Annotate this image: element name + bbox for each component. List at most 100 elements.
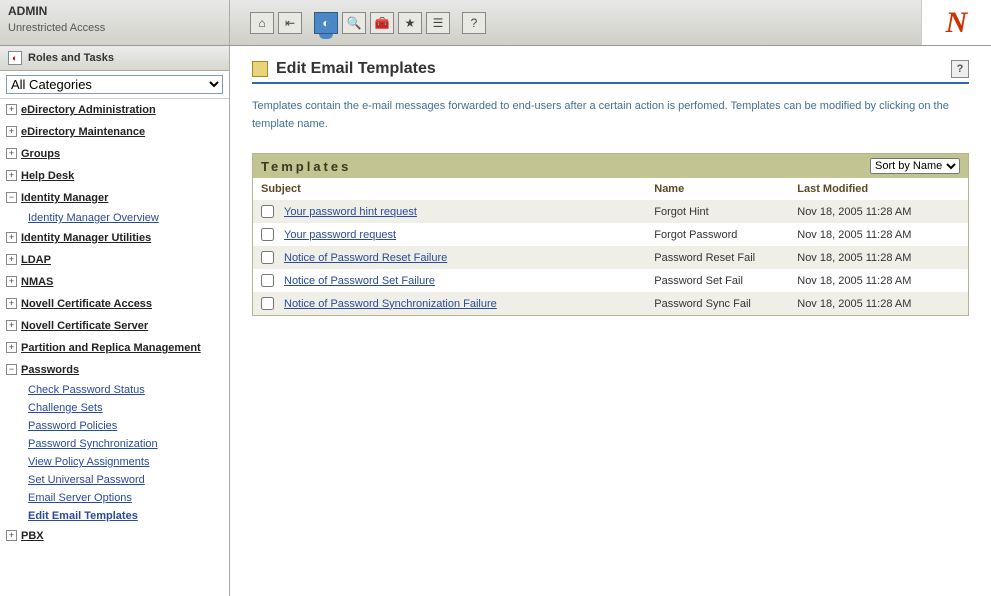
table-row: Your password hint requestForgot HintNov… [253, 200, 968, 223]
sidebar-header: ◐ Roles and Tasks [0, 46, 229, 71]
sort-select[interactable]: Sort by Name [870, 158, 960, 174]
nav-item-label[interactable]: Partition and Replica Management [21, 342, 201, 354]
template-subject-link[interactable]: Notice of Password Reset Failure [284, 252, 447, 264]
brand-logo: N [946, 6, 968, 40]
flag-icon[interactable]: ◐ [314, 12, 338, 34]
page-header-left: Edit Email Templates [252, 60, 436, 78]
nav-subitem[interactable]: Identity Manager Overview [0, 209, 229, 227]
row-checkbox[interactable] [261, 251, 274, 264]
nav-item-label[interactable]: eDirectory Administration [21, 104, 156, 116]
table-row: Notice of Password Synchronization Failu… [253, 292, 968, 315]
nav-subitem[interactable]: Edit Email Templates [0, 507, 229, 525]
nav-subitem-link[interactable]: View Policy Assignments [28, 456, 149, 468]
nav-item-label[interactable]: Identity Manager [21, 192, 108, 204]
collapse-icon[interactable]: − [6, 192, 17, 203]
nav-item-label[interactable]: Passwords [21, 364, 79, 376]
nav-subitem[interactable]: Set Universal Password [0, 471, 229, 489]
template-subject-link[interactable]: Your password request [284, 229, 396, 241]
row-checkbox[interactable] [261, 274, 274, 287]
expand-icon[interactable]: + [6, 170, 17, 181]
expand-icon[interactable]: + [6, 530, 17, 541]
nav-item[interactable]: + PBX [0, 525, 229, 547]
main-layout: ◐ Roles and Tasks All Categories + eDirec… [0, 46, 991, 596]
nav-subitem-link[interactable]: Check Password Status [28, 384, 145, 396]
table-row: Notice of Password Reset FailurePassword… [253, 246, 968, 269]
expand-icon[interactable]: + [6, 320, 17, 331]
toolbox-icon[interactable]: 🧰 [370, 12, 394, 34]
nav-item-label[interactable]: PBX [21, 530, 44, 542]
template-subject-link[interactable]: Notice of Password Set Failure [284, 275, 435, 287]
nav-item[interactable]: + eDirectory Administration [0, 99, 229, 121]
nav-subitem[interactable]: Password Synchronization [0, 435, 229, 453]
cell-name: Password Set Fail [646, 269, 789, 292]
help-button[interactable]: ? [951, 60, 969, 78]
nav-item[interactable]: + LDAP [0, 249, 229, 271]
topbar-id-block: ADMIN Unrestricted Access [0, 0, 230, 45]
cell-name: Password Sync Fail [646, 292, 789, 315]
cell-last-modified: Nov 18, 2005 11:28 AM [789, 246, 968, 269]
nav-subitem-link[interactable]: Password Synchronization [28, 438, 158, 450]
nav-subitem-link[interactable]: Email Server Options [28, 492, 132, 504]
list-icon[interactable]: ☰ [426, 12, 450, 34]
expand-icon[interactable]: + [6, 232, 17, 243]
help-icon[interactable]: ? [462, 12, 486, 34]
expand-icon[interactable]: + [6, 298, 17, 309]
nav-item[interactable]: + eDirectory Maintenance [0, 121, 229, 143]
nav-item-label[interactable]: Identity Manager Utilities [21, 232, 151, 244]
nav-subitem-link[interactable]: Password Policies [28, 420, 117, 432]
nav-item[interactable]: + Partition and Replica Management [0, 337, 229, 359]
nav-item-label[interactable]: LDAP [21, 254, 51, 266]
search-icon[interactable]: 🔍 [342, 12, 366, 34]
nav-item-label[interactable]: Novell Certificate Access [21, 298, 152, 310]
nav-subitem[interactable]: Password Policies [0, 417, 229, 435]
favorite-icon[interactable]: ★ [398, 12, 422, 34]
nav-item[interactable]: −Passwords [0, 359, 229, 381]
nav-item-label[interactable]: NMAS [21, 276, 53, 288]
template-subject-link[interactable]: Your password hint request [284, 206, 417, 218]
nav-item[interactable]: + NMAS [0, 271, 229, 293]
template-subject-link[interactable]: Notice of Password Synchronization Failu… [284, 298, 497, 310]
row-checkbox[interactable] [261, 297, 274, 310]
template-icon [252, 61, 268, 77]
nav-subitem[interactable]: Challenge Sets [0, 399, 229, 417]
expand-icon[interactable]: + [6, 126, 17, 137]
nav-subitem-link[interactable]: Edit Email Templates [28, 510, 138, 522]
nav-subitem-link[interactable]: Challenge Sets [28, 402, 103, 414]
page-title: Edit Email Templates [276, 60, 436, 78]
sidebar-title: Roles and Tasks [28, 52, 114, 64]
expand-icon[interactable]: + [6, 276, 17, 287]
expand-icon[interactable]: + [6, 254, 17, 265]
col-subject: Subject [253, 178, 646, 200]
expand-icon[interactable]: + [6, 342, 17, 353]
cell-subject: Notice of Password Set Failure [253, 269, 646, 292]
cell-subject: Notice of Password Reset Failure [253, 246, 646, 269]
collapse-icon[interactable]: − [6, 364, 17, 375]
nav-item-label[interactable]: Novell Certificate Server [21, 320, 148, 332]
nav-item[interactable]: + Identity Manager Utilities [0, 227, 229, 249]
templates-table: Subject Name Last Modified Your password… [253, 178, 968, 315]
nav-item[interactable]: + Novell Certificate Server [0, 315, 229, 337]
nav-item[interactable]: + Groups [0, 143, 229, 165]
logout-icon[interactable]: ⇤ [278, 12, 302, 34]
nav-subitem-link[interactable]: Set Universal Password [28, 474, 145, 486]
expand-icon[interactable]: + [6, 148, 17, 159]
nav-item-label[interactable]: Groups [21, 148, 60, 160]
nav-item[interactable]: + Novell Certificate Access [0, 293, 229, 315]
nav-subitem[interactable]: View Policy Assignments [0, 453, 229, 471]
nav-item-label[interactable]: Help Desk [21, 170, 74, 182]
row-checkbox[interactable] [261, 205, 274, 218]
category-select[interactable]: All Categories [6, 75, 223, 94]
nav-list[interactable]: + eDirectory Administration + eDirectory Ma… [0, 98, 229, 596]
nav-item[interactable]: + Help Desk [0, 165, 229, 187]
expand-icon[interactable]: + [6, 104, 17, 115]
home-icon[interactable]: ⌂ [250, 12, 274, 34]
nav-item[interactable]: −Identity Manager [0, 187, 229, 209]
nav-subitem[interactable]: Check Password Status [0, 381, 229, 399]
templates-heading: Templates [261, 159, 351, 174]
templates-panel: Templates Sort by Name Subject Name Last… [252, 153, 969, 316]
nav-subitem-link[interactable]: Identity Manager Overview [28, 212, 159, 224]
nav-item-label[interactable]: eDirectory Maintenance [21, 126, 145, 138]
nav-subitem[interactable]: Email Server Options [0, 489, 229, 507]
row-checkbox[interactable] [261, 228, 274, 241]
cell-last-modified: Nov 18, 2005 11:28 AM [789, 200, 968, 223]
